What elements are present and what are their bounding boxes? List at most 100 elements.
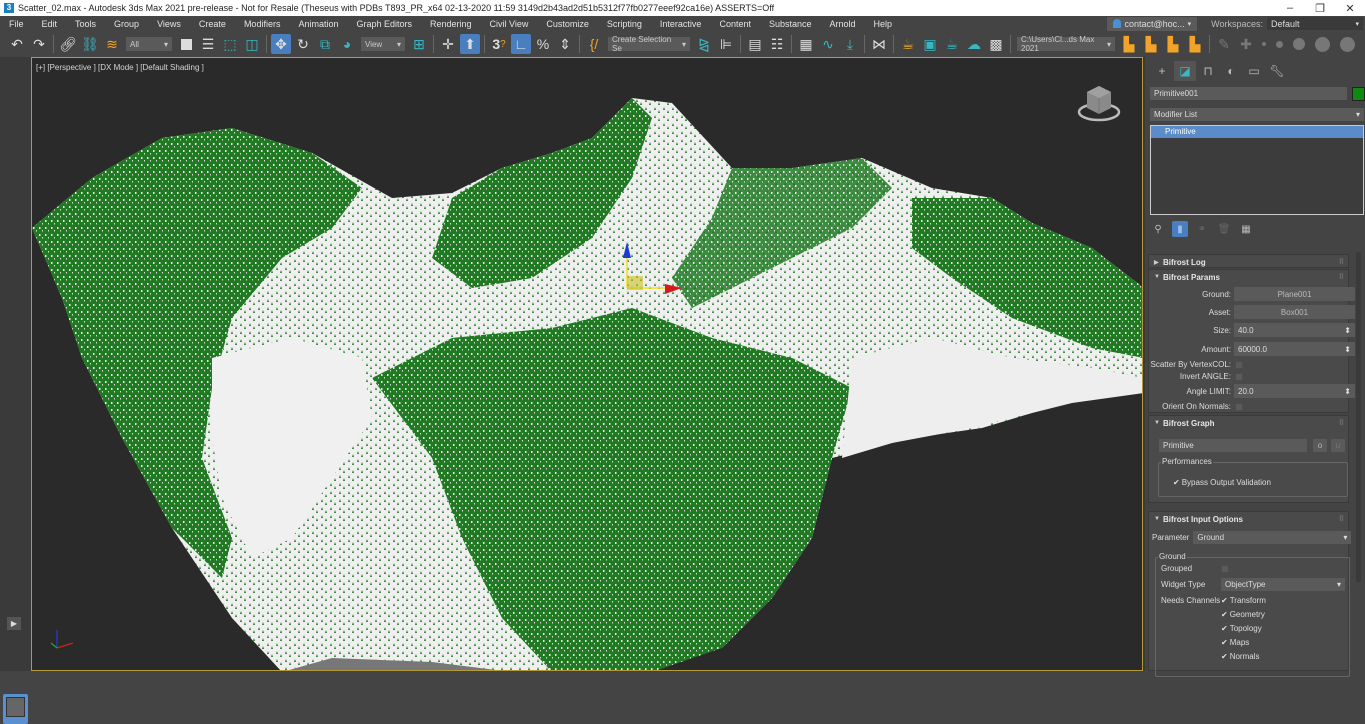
object-name-field[interactable]: Primitive001	[1150, 87, 1347, 100]
grip-icon[interactable]: ⠿	[1339, 419, 1344, 427]
menu-create[interactable]: Create	[190, 19, 235, 29]
schematic-view-icon[interactable]: ⤓	[840, 34, 860, 54]
close-button[interactable]: ✕	[1335, 2, 1365, 15]
geometry-checkbox[interactable]: ✔	[1221, 610, 1228, 619]
mirror-icon[interactable]: ⧎	[694, 34, 714, 54]
set-project-folder-icon[interactable]: ▙	[1119, 34, 1139, 54]
invert-angle-checkbox[interactable]	[1235, 372, 1243, 381]
project-folder-dropdown[interactable]: C:\Users\Cl...ds Max 2021 ▾	[1017, 35, 1115, 53]
undo-icon[interactable]: ↶	[7, 34, 27, 54]
select-and-scale-icon[interactable]: ⧉	[315, 34, 335, 54]
rectangular-selection-icon[interactable]: ⬚	[220, 34, 240, 54]
menu-graph-editors[interactable]: Graph Editors	[347, 19, 421, 29]
maximize-button[interactable]: ❐	[1305, 2, 1335, 15]
grip-icon[interactable]: ⠿	[1339, 258, 1344, 266]
menu-scripting[interactable]: Scripting	[598, 19, 651, 29]
viewcube[interactable]	[1075, 78, 1123, 126]
utilities-tab-icon[interactable]: 🔧︎	[1266, 61, 1288, 81]
render-shortcuts-icon[interactable]: ▩	[986, 34, 1006, 54]
viewport-label[interactable]: [+] [Perspective ] [DX Mode ] [Default S…	[36, 63, 204, 72]
brush-size-4[interactable]	[1315, 36, 1330, 52]
modifier-stack[interactable]: Primitive	[1150, 125, 1364, 215]
menu-civil-view[interactable]: Civil View	[481, 19, 538, 29]
minimize-button[interactable]: –	[1275, 2, 1305, 14]
graph-name-field[interactable]: Primitive	[1159, 439, 1307, 452]
angle-limit-spinner[interactable]: 20.0 ⬍	[1234, 384, 1355, 398]
make-unique-icon[interactable]: ⚭	[1194, 221, 1210, 237]
amount-spinner[interactable]: 60000.0 ⬍	[1234, 342, 1355, 356]
render-production-icon[interactable]: ☕︎	[942, 34, 962, 54]
asset-picker-button[interactable]: Box001	[1234, 305, 1355, 319]
named-selection-dropdown[interactable]: Create Selection Se ▾	[608, 35, 690, 53]
panel-scrollbar[interactable]	[1356, 252, 1361, 582]
spinner-arrows-icon[interactable]: ⬍	[1344, 387, 1351, 396]
parameter-dropdown[interactable]: Ground ▾	[1193, 531, 1352, 544]
project-settings-icon[interactable]: ▙	[1185, 34, 1205, 54]
orient-on-normals-checkbox[interactable]	[1235, 402, 1243, 411]
normals-checkbox[interactable]: ✔	[1221, 652, 1228, 661]
menu-modifiers[interactable]: Modifiers	[235, 19, 290, 29]
collapse-arrow-icon[interactable]: ▼	[1154, 420, 1163, 426]
spinner-snap-icon[interactable]: ⇕	[555, 34, 575, 54]
angle-snap-icon[interactable]: ∟	[511, 34, 531, 54]
pivot-center-icon[interactable]: ⊞	[409, 34, 429, 54]
menu-edit[interactable]: Edit	[33, 19, 67, 29]
brush-size-1[interactable]	[1262, 42, 1266, 46]
show-end-result-icon[interactable]: ▮	[1172, 221, 1188, 237]
topology-checkbox[interactable]: ✔	[1221, 624, 1228, 633]
expand-arrow-icon[interactable]: ▶	[7, 617, 21, 630]
brush-size-2[interactable]	[1276, 40, 1283, 48]
menu-arnold[interactable]: Arnold	[821, 19, 865, 29]
project-hierarchy-icon[interactable]: ▙	[1163, 34, 1183, 54]
collapse-arrow-icon[interactable]: ▼	[1154, 516, 1163, 522]
grouped-checkbox[interactable]	[1221, 564, 1229, 573]
display-tab-icon[interactable]: ▭	[1243, 61, 1265, 81]
menu-help[interactable]: Help	[865, 19, 902, 29]
menu-interactive[interactable]: Interactive	[651, 19, 711, 29]
select-by-name-icon[interactable]: ☰	[198, 34, 218, 54]
toggle-ribbon-icon[interactable]: ▦	[796, 34, 816, 54]
open-project-icon[interactable]: ▙	[1141, 34, 1161, 54]
stack-item-primitive[interactable]: Primitive	[1151, 126, 1363, 138]
select-manipulate-icon[interactable]: ✛	[438, 34, 458, 54]
reference-coordinate-dropdown[interactable]: View ▾	[361, 37, 405, 51]
render-in-cloud-icon[interactable]: ☁	[964, 34, 984, 54]
modifier-list-dropdown[interactable]: Modifier List ▾	[1150, 108, 1364, 121]
widget-type-dropdown[interactable]: ObjectType ▾	[1221, 578, 1345, 591]
material-editor-icon[interactable]: ⋈	[869, 34, 889, 54]
select-and-rotate-icon[interactable]: ↻	[293, 34, 313, 54]
brush-size-5[interactable]	[1340, 36, 1355, 52]
grip-icon[interactable]: ⠿	[1339, 515, 1344, 523]
select-object-icon[interactable]	[176, 34, 196, 54]
keyboard-shortcut-override-icon[interactable]: ⬆	[460, 34, 480, 54]
unlink-icon[interactable]: ⛓	[80, 34, 100, 54]
configure-modifier-sets-icon[interactable]: ▦	[1238, 221, 1254, 237]
perspective-viewport[interactable]: [+] [Perspective ] [DX Mode ] [Default S…	[31, 57, 1143, 671]
render-setup-icon[interactable]: ☕︎	[898, 34, 918, 54]
toggle-scene-explorer-icon[interactable]: ▤	[745, 34, 765, 54]
create-tab-icon[interactable]: +	[1151, 61, 1173, 81]
brush-size-3[interactable]	[1293, 38, 1305, 50]
workspaces-dropdown[interactable]: Default ▾	[1267, 17, 1363, 30]
object-color-swatch[interactable]	[1352, 87, 1365, 101]
move-gizmo[interactable]	[610, 238, 690, 308]
menu-content[interactable]: Content	[710, 19, 760, 29]
ground-picker-button[interactable]: Plane001	[1234, 287, 1355, 301]
viewport-layout-button[interactable]	[3, 694, 28, 724]
rendered-frame-window-icon[interactable]: ▣	[920, 34, 940, 54]
update-graph-button[interactable]: u	[1331, 439, 1345, 452]
menu-substance[interactable]: Substance	[760, 19, 821, 29]
menu-tools[interactable]: Tools	[66, 19, 105, 29]
scatter-by-vertexcol-checkbox[interactable]	[1235, 360, 1243, 369]
selection-filter-dropdown[interactable]: All ▾	[126, 37, 172, 51]
percent-snap-icon[interactable]: %	[533, 34, 553, 54]
add-icon[interactable]: ✚	[1236, 34, 1256, 54]
rollout-bifrost-log[interactable]: ▶ Bifrost Log ⠿	[1148, 254, 1349, 268]
edit-named-selection-icon[interactable]: {/	[584, 34, 604, 54]
curve-editor-icon[interactable]: ∿	[818, 34, 838, 54]
spinner-arrows-icon[interactable]: ⬍	[1344, 326, 1351, 335]
menu-group[interactable]: Group	[105, 19, 148, 29]
menu-rendering[interactable]: Rendering	[421, 19, 481, 29]
brush-icon[interactable]: ✎	[1214, 34, 1234, 54]
bypass-output-validation-checkbox[interactable]: ✔	[1173, 478, 1180, 487]
